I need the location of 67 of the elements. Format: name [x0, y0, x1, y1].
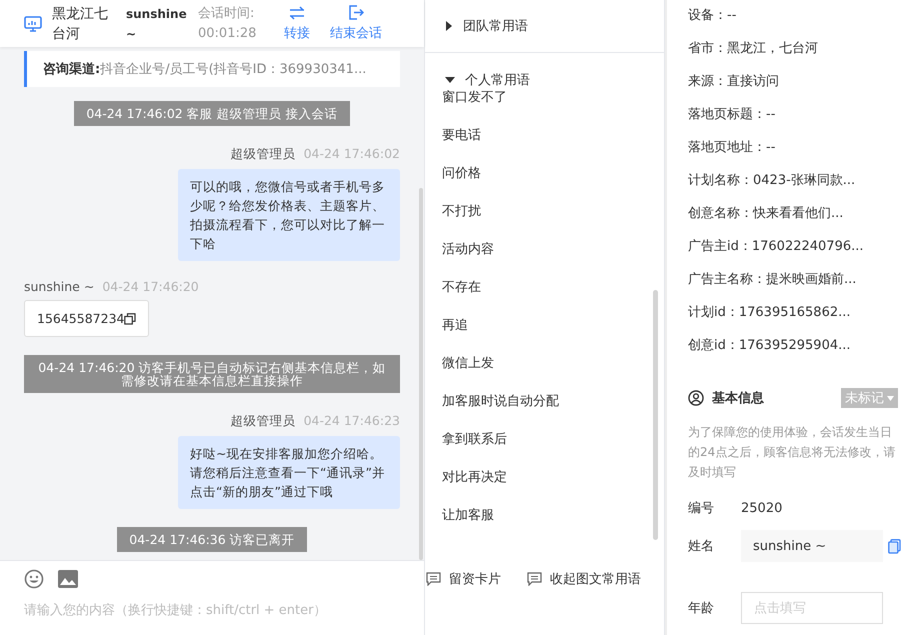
copy-icon[interactable]	[124, 312, 136, 324]
caret-right-icon	[445, 21, 453, 31]
notice-text: 为了保障您的使用体验，会话发生当日的24点之后，顾客信息将无法修改，请及时填写	[688, 424, 896, 481]
field-label: 编号	[688, 500, 715, 517]
message-text: 15645587234	[37, 310, 124, 328]
sender-name: 超级管理员	[230, 146, 296, 163]
phrase-item[interactable]: 拿到联系后	[425, 431, 664, 469]
emoji-icon[interactable]	[24, 569, 44, 589]
sender-name: sunshine ~	[24, 279, 94, 294]
phrase-item[interactable]: 窗口发不了	[425, 89, 664, 127]
detail-text: 创意id：176395295904...	[688, 337, 851, 355]
phrase-group-toggle[interactable]: 团队常用语	[425, 17, 528, 35]
channel-value: 抖音企业号/员工号(抖音号ID：369930341...	[100, 62, 366, 77]
toolbar-button[interactable]: 留资卡片	[426, 570, 501, 588]
session-time-label: 会话时间:	[198, 4, 256, 22]
phrase-item[interactable]: 加客服时说自动分配	[425, 393, 664, 431]
message-time: 04-24 17:46:23	[304, 413, 400, 430]
detail-text: 创意名称：快来看看他们...	[688, 205, 844, 223]
sender-name: 超级管理员	[230, 413, 296, 430]
detail-text: 计划id：176395165862...	[688, 304, 851, 322]
system-notice: 04-24 17:46:36 访客已离开	[117, 527, 307, 552]
name-field[interactable]: sunshine ~	[741, 530, 883, 562]
system-notice: 04-24 17:46:20 访客手机号已自动标记右侧基本信息栏，如需修改请在基本信息栏直接操作	[24, 355, 400, 393]
toolbar-button[interactable]: 收起图文常用语	[527, 570, 641, 588]
detail-text: 省市：黑龙江，七台河	[688, 40, 818, 58]
message-icon	[426, 572, 441, 586]
session-time: 00:01:28	[198, 24, 258, 42]
detail-text: 来源：直接访问	[688, 73, 779, 91]
caret-down-icon	[445, 76, 455, 84]
phrase-group-toggle[interactable]: 个人常用语	[425, 71, 530, 89]
caret-down-icon	[887, 396, 894, 400]
detail-text: 落地页标题：--	[688, 106, 776, 124]
message-time: 04-24 17:46:20	[102, 279, 199, 294]
message-time: 04-24 17:46:02	[304, 146, 400, 163]
field-label: 年龄	[688, 600, 715, 617]
user-icon	[688, 390, 704, 406]
system-notice: 04-24 17:46:02 客服 超级管理员 接入会话	[74, 101, 350, 126]
phrase-item[interactable]: 不打扰	[425, 203, 664, 241]
phrase-item[interactable]: 活动内容	[425, 241, 664, 279]
monitor-icon	[24, 16, 42, 32]
detail-text: 设备：--	[688, 7, 736, 25]
phrase-item[interactable]: 问价格	[425, 165, 664, 203]
field-value: 25020	[741, 500, 782, 516]
transfer-button[interactable]: 转接	[284, 6, 310, 42]
end-session-button[interactable]: 结束会话	[330, 5, 382, 42]
message-bubble: 可以的哦，您微信号或者手机号多少呢？给您发价格表、主题客片、拍摄流程看下，您可以对比了解一下哈	[178, 169, 400, 261]
visitor-name: sunshine ~	[126, 6, 188, 42]
phrase-item[interactable]: 对比再决定	[425, 469, 664, 507]
detail-text: 计划名称：0423-张琳同款...	[688, 172, 856, 190]
message-icon	[527, 572, 542, 586]
exit-icon	[348, 5, 364, 20]
detail-text: 广告主id：176022240796...	[688, 238, 864, 256]
section-title: 基本信息	[712, 390, 764, 407]
phrase-item[interactable]: 再追	[425, 317, 664, 355]
detail-text: 落地页地址：--	[688, 139, 776, 157]
image-icon[interactable]	[58, 570, 78, 588]
swap-arrows-icon	[289, 6, 305, 20]
message-bubble: 好哒~现在安排客服加您介绍哈。请您稍后注意查看一下“通讯录”并点击“新的朋友”通过下哦	[178, 436, 400, 509]
phrase-item[interactable]: 不存在	[425, 279, 664, 317]
detail-text: 广告主名称：提米映画婚前...	[688, 271, 856, 289]
phrase-item[interactable]: 要电话	[425, 127, 664, 165]
visitor-location: 黑龙江七台河	[52, 4, 109, 44]
phrase-item[interactable]: 微信上发	[425, 355, 664, 393]
scrollbar[interactable]	[653, 290, 658, 540]
channel-label: 咨询渠道:	[43, 62, 100, 77]
field-label: 姓名	[688, 538, 715, 555]
phrase-item[interactable]: 让加客服	[425, 507, 664, 545]
